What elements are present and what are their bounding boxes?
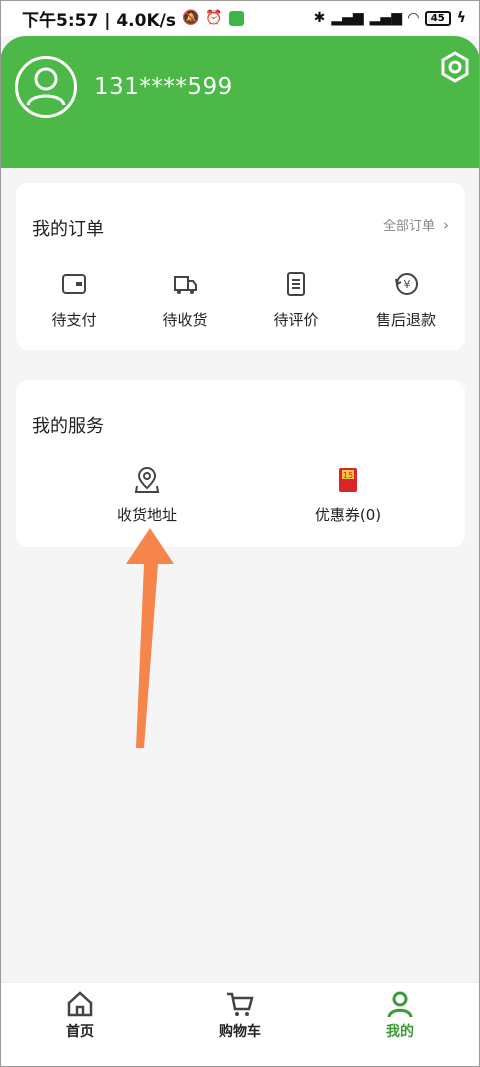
home-icon bbox=[67, 991, 93, 1017]
wifi-icon: ◠ bbox=[407, 10, 419, 26]
nav-cart-label: 购物车 bbox=[219, 1024, 261, 1040]
charging-icon: ϟ bbox=[456, 10, 466, 26]
nav-home-label: 首页 bbox=[66, 1024, 94, 1040]
order-pending-receipt-label: 待收货 bbox=[162, 311, 208, 329]
bluetooth-icon: ✱ bbox=[313, 10, 326, 26]
wechat-icon bbox=[228, 10, 244, 26]
svg-text:15: 15 bbox=[343, 471, 353, 480]
mute-bell-icon: 🔕 bbox=[181, 10, 200, 26]
nav-home[interactable]: 首页 bbox=[30, 989, 130, 1041]
services-title: 我的服务 bbox=[32, 416, 104, 437]
delivery-truck-icon bbox=[174, 276, 197, 294]
orders-card: 我的订单 全部订单 › 待支付 待收货 待评价 ¥ 售后退款 bbox=[16, 183, 465, 350]
order-pending-receipt[interactable]: 待收货 bbox=[135, 271, 235, 330]
status-right: ✱ ▂▄▆ ▂▄▆ ◠ 45 ϟ bbox=[314, 10, 466, 26]
service-coupons[interactable]: 15 优惠券(0) bbox=[288, 466, 408, 525]
settings-gear-icon[interactable] bbox=[438, 50, 472, 84]
all-orders-label: 全部订单 bbox=[382, 219, 435, 234]
order-refund-label: 售后退款 bbox=[375, 311, 436, 329]
annotation-arrow bbox=[126, 528, 174, 748]
orders-title: 我的订单 bbox=[32, 219, 104, 240]
all-orders-link[interactable]: 全部订单 › bbox=[382, 215, 449, 235]
signal-icon: ▂▄▆ bbox=[331, 10, 364, 26]
order-pending-payment-label: 待支付 bbox=[51, 311, 97, 329]
battery-level: 45 bbox=[430, 12, 445, 24]
alarm-icon: ⏰ bbox=[205, 10, 223, 26]
bottom-nav: 首页 购物车 我的 bbox=[0, 982, 480, 1067]
profile-header: 131****599 bbox=[0, 36, 480, 168]
order-pending-review[interactable]: 待评价 bbox=[246, 271, 346, 330]
nav-mine-label: 我的 bbox=[386, 1024, 414, 1040]
person-icon bbox=[387, 991, 413, 1018]
order-pending-payment[interactable]: 待支付 bbox=[24, 271, 124, 330]
wallet-icon bbox=[62, 274, 86, 294]
nav-cart[interactable]: 购物车 bbox=[190, 989, 290, 1041]
user-phone: 131****599 bbox=[94, 74, 233, 100]
document-icon bbox=[287, 272, 305, 296]
status-time-speed: 下午5:57 | 4.0K/s bbox=[22, 10, 176, 31]
person-icon bbox=[26, 67, 66, 106]
service-shipping-address[interactable]: 收货地址 bbox=[87, 466, 207, 525]
avatar[interactable] bbox=[15, 56, 77, 118]
status-left: 下午5:57 | 4.0K/s 🔕 ⏰ bbox=[22, 6, 244, 31]
order-pending-review-label: 待评价 bbox=[273, 311, 319, 329]
chevron-right-icon: › bbox=[443, 215, 449, 234]
map-pin-icon bbox=[134, 466, 160, 493]
signal-icon-2: ▂▄▆ bbox=[369, 10, 402, 26]
battery-icon: 45 bbox=[424, 10, 451, 26]
services-card: 我的服务 收货地址 15 优惠券(0) bbox=[16, 380, 465, 547]
nav-mine[interactable]: 我的 bbox=[350, 989, 450, 1041]
status-bar: 下午5:57 | 4.0K/s 🔕 ⏰ ✱ ▂▄▆ ▂▄▆ ◠ 45 ϟ bbox=[0, 0, 480, 36]
cart-icon bbox=[227, 992, 254, 1016]
refund-yen-icon: ¥ bbox=[395, 273, 418, 295]
coupon-red-envelope-icon: 15 bbox=[339, 468, 357, 492]
order-refund[interactable]: ¥ 售后退款 bbox=[356, 271, 456, 330]
service-coupons-label: 优惠券(0) bbox=[314, 506, 382, 524]
svg-text:¥: ¥ bbox=[404, 278, 411, 291]
